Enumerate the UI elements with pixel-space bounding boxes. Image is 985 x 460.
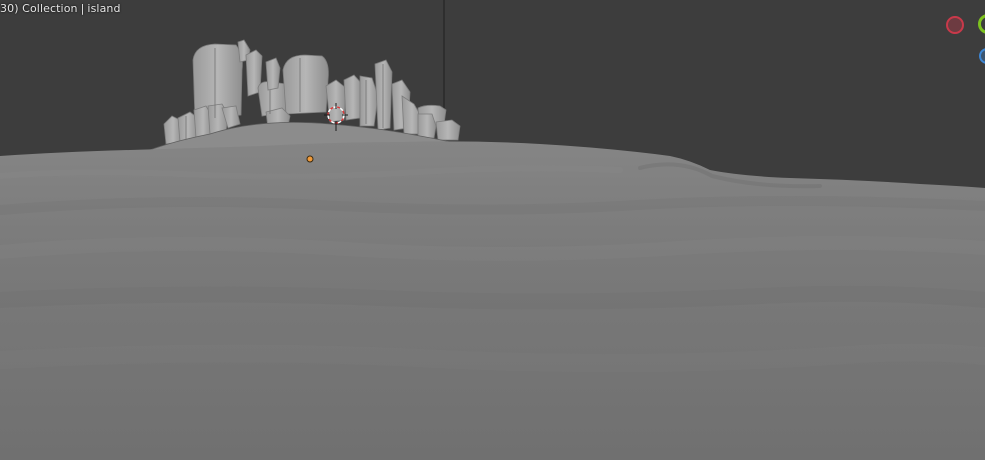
3d-viewport[interactable]: 30) Collection | island: [0, 0, 985, 460]
viewport-scene: [0, 0, 985, 460]
axis-x-icon[interactable]: [946, 16, 964, 34]
info-separator: |: [80, 2, 85, 15]
viewport-info-text: 30) Collection | island: [0, 2, 121, 15]
object-origin-dot[interactable]: [306, 155, 314, 163]
active-object-name: island: [87, 2, 121, 15]
collection-label: 30) Collection: [0, 2, 78, 15]
